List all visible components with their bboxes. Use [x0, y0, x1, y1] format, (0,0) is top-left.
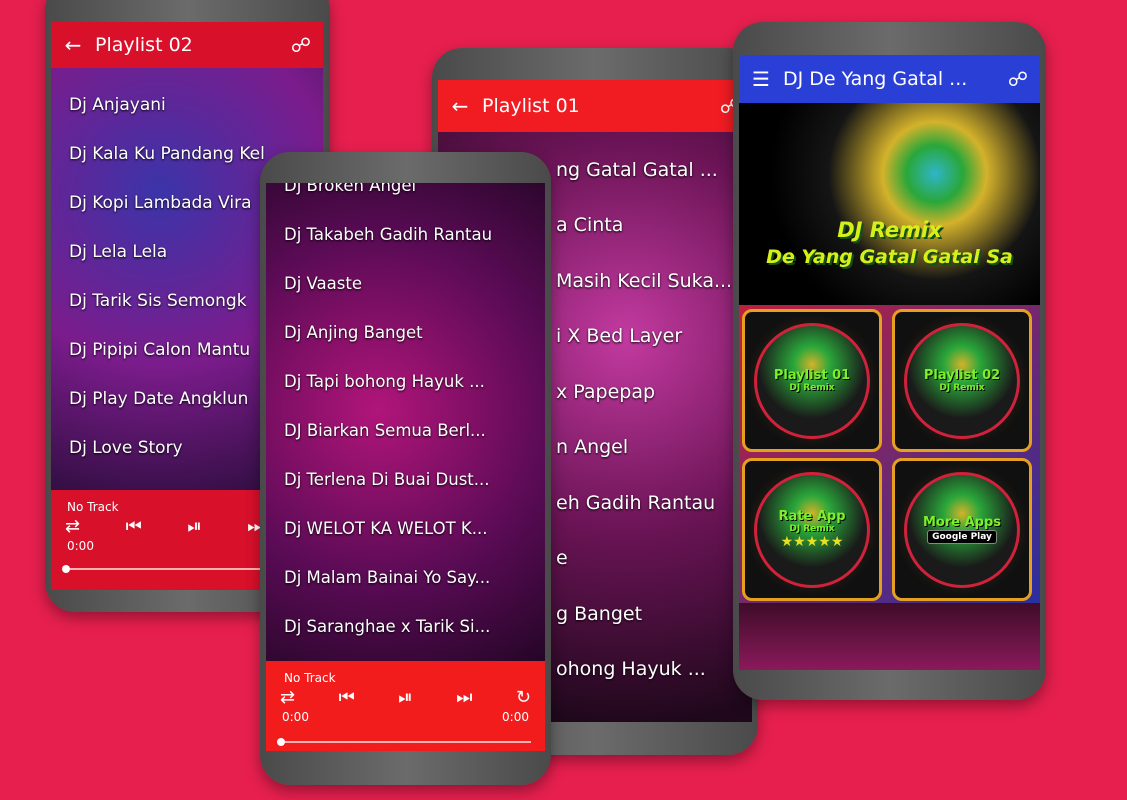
list-item[interactable]: Dj WELOT KA WELOT K... — [266, 504, 545, 553]
list-item[interactable]: Dj Vaaste — [266, 259, 545, 308]
pause-icon[interactable]: ⏯ — [398, 687, 412, 708]
list-item[interactable]: ohong Hayuk ... — [538, 642, 752, 698]
time-total: 0:00 — [502, 710, 529, 724]
track-label: No Track — [284, 671, 336, 685]
list-item[interactable]: Dj Broken Angel — [266, 183, 545, 210]
tile-label: More Apps — [922, 515, 1002, 530]
tile-playlist-01[interactable]: Playlist 01 DJ Remix — [742, 309, 882, 452]
list-item[interactable]: Dj Terlena Di Buai Dust... — [266, 455, 545, 504]
hamburger-menu-icon[interactable]: ☰ — [739, 67, 783, 91]
tile-playlist-02[interactable]: Playlist 02 DJ Remix — [892, 309, 1032, 452]
list-item[interactable]: i X Bed Layer — [538, 309, 752, 365]
list-item[interactable]: e — [538, 531, 752, 587]
app-bar: ☰ DJ De Yang Gatal ... ☍ — [739, 55, 1040, 103]
track-list: ng Gatal Gatal ... a Cinta Masih Kecil S… — [538, 142, 752, 697]
tile-label: Playlist 02 — [923, 368, 1001, 383]
tile-label: Playlist 01 — [773, 368, 851, 383]
tile-sublabel: DJ Remix — [939, 383, 985, 393]
phone-home: ☰ DJ De Yang Gatal ... ☍ DJ Remix De Yan… — [733, 22, 1046, 700]
shuffle-icon[interactable]: ⇄ — [65, 516, 80, 537]
list-item[interactable]: Dj Anjayani — [51, 80, 323, 129]
list-item[interactable]: Dj Saranghae x Tarik Si... — [266, 602, 545, 651]
list-item[interactable]: DJ Biarkan Semua Berl... — [266, 406, 545, 455]
list-item[interactable]: n Angel — [538, 420, 752, 476]
repeat-icon[interactable]: ↻ — [516, 687, 531, 708]
list-item[interactable]: g Banget — [538, 586, 752, 642]
share-icon[interactable]: ☍ — [279, 33, 323, 57]
back-arrow-icon[interactable]: ← — [51, 33, 95, 57]
previous-icon[interactable]: ⏮ — [126, 516, 142, 537]
back-arrow-icon[interactable]: ← — [438, 94, 482, 118]
tile-rate-app[interactable]: Rate App DJ Remix ★★★★★ — [742, 458, 882, 601]
list-item[interactable]: ng Gatal Gatal ... — [538, 142, 752, 198]
tile-label: Rate App — [778, 509, 846, 524]
track-list: Dj Broken Angel Dj Takabeh Gadih Rantau … — [266, 183, 545, 651]
pause-icon[interactable]: ⏯ — [187, 516, 201, 537]
tile-more-apps[interactable]: More Apps Google Play — [892, 458, 1032, 601]
page-title: DJ De Yang Gatal ... — [783, 68, 968, 90]
tile-sublabel: DJ Remix — [789, 524, 835, 534]
share-icon[interactable]: ☍ — [996, 67, 1040, 91]
list-item[interactable]: Dj Malam Bainai Yo Say... — [266, 553, 545, 602]
page-title: Playlist 02 — [95, 34, 193, 56]
banner-subtitle: De Yang Gatal Gatal Sa — [766, 246, 1013, 268]
time-elapsed: 0:00 — [282, 710, 309, 724]
list-item[interactable]: Masih Kecil Suka... — [538, 253, 752, 309]
next-icon[interactable]: ⏭ — [456, 687, 472, 708]
list-item[interactable]: Dj Takabeh Gadih Rantau — [266, 210, 545, 259]
screen: ☰ DJ De Yang Gatal ... ☍ DJ Remix De Yan… — [739, 55, 1040, 670]
list-item[interactable]: eh Gadih Rantau — [538, 475, 752, 531]
menu-grid: Playlist 01 DJ Remix Playlist 02 DJ Remix … — [739, 305, 1040, 603]
shuffle-icon[interactable]: ⇄ — [280, 687, 295, 708]
list-item[interactable]: Dj Tapi bohong Hayuk ... — [266, 357, 545, 406]
player-bar: No Track ⇄ ⏮ ⏯ ⏭ ↻ 0:00 0:00 — [266, 661, 545, 751]
screen: Dj Broken Angel Dj Takabeh Gadih Rantau … — [266, 183, 545, 751]
app-bar: ← Playlist 02 ☍ — [51, 22, 323, 68]
phone-playlist-front: Dj Broken Angel Dj Takabeh Gadih Rantau … — [260, 152, 551, 785]
app-bar: ← Playlist 01 ☍ — [438, 80, 752, 132]
page-title: Playlist 01 — [482, 95, 580, 117]
list-item[interactable]: a Cinta — [538, 198, 752, 254]
list-item[interactable]: Dj Anjing Banget — [266, 308, 545, 357]
banner-image: DJ Remix De Yang Gatal Gatal Sa — [739, 103, 1040, 305]
controls: ⇄ ⏮ ⏯ ⏭ ↻ — [266, 687, 545, 708]
tile-sublabel: DJ Remix — [789, 383, 835, 393]
google-play-badge: Google Play — [927, 530, 997, 544]
previous-icon[interactable]: ⏮ — [339, 687, 355, 708]
list-item[interactable]: x Papepap — [538, 364, 752, 420]
banner-title: DJ Remix — [837, 218, 942, 242]
stars-icon: ★★★★★ — [780, 534, 844, 550]
progress-slider[interactable] — [277, 738, 531, 746]
